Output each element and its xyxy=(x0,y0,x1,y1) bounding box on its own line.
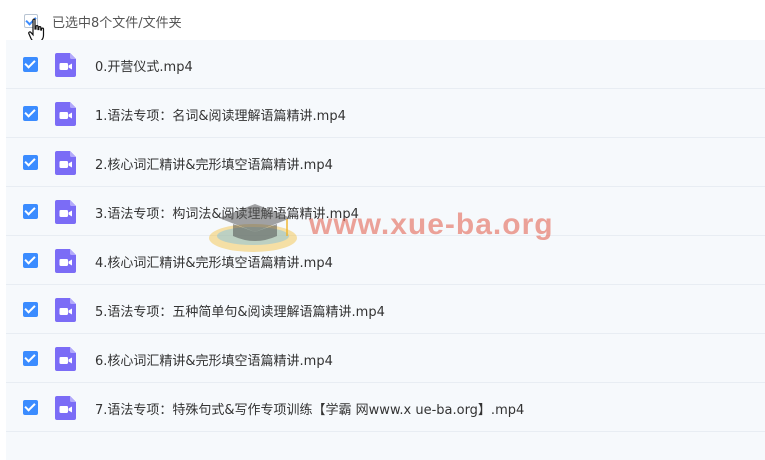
file-row[interactable]: 1.语法专项：名词&阅读理解语篇精讲.mp4 xyxy=(6,89,765,138)
file-row[interactable]: 0.开营仪式.mp4 xyxy=(6,40,765,89)
file-checkbox[interactable] xyxy=(23,253,38,268)
check-mark-icon xyxy=(24,204,36,216)
file-name[interactable]: 3.语法专项：构词法&阅读理解语篇精讲.mp4 xyxy=(95,203,359,222)
check-mark-icon xyxy=(24,302,36,314)
check-mark-icon xyxy=(24,351,36,363)
video-file-icon xyxy=(55,396,76,420)
file-checkbox[interactable] xyxy=(23,204,38,219)
video-file-icon xyxy=(55,298,76,322)
check-mark-icon xyxy=(24,155,36,167)
video-file-icon xyxy=(55,249,76,273)
list-footer xyxy=(6,432,765,460)
check-mark-icon xyxy=(24,400,36,412)
file-row[interactable]: 4.核心词汇精讲&完形填空语篇精讲.mp4 xyxy=(6,236,765,285)
video-file-icon xyxy=(55,53,76,77)
file-row[interactable]: 6.核心词汇精讲&完形填空语篇精讲.mp4 xyxy=(6,334,765,383)
selected-count-label: 已选中8个文件/文件夹 xyxy=(52,16,182,31)
file-row[interactable]: 2.核心词汇精讲&完形填空语篇精讲.mp4 xyxy=(6,138,765,187)
file-list: 0.开营仪式.mp4 1.语法专项：名词&阅读理解语篇精讲.mp4 2.核心词汇… xyxy=(6,40,765,432)
file-checkbox[interactable] xyxy=(23,351,38,366)
file-name[interactable]: 1.语法专项：名词&阅读理解语篇精讲.mp4 xyxy=(95,105,346,124)
file-checkbox[interactable] xyxy=(23,302,38,317)
video-file-icon xyxy=(55,347,76,371)
file-name[interactable]: 7.语法专项：特殊句式&写作专项训练【学霸 网www.x ue-ba.org】.… xyxy=(95,399,524,418)
file-checkbox[interactable] xyxy=(23,57,38,72)
check-mark-icon xyxy=(24,57,36,69)
check-mark-icon xyxy=(24,106,36,118)
file-name[interactable]: 0.开营仪式.mp4 xyxy=(95,56,193,75)
video-file-icon xyxy=(55,200,76,224)
video-file-icon xyxy=(55,102,76,126)
file-name[interactable]: 6.核心词汇精讲&完形填空语篇精讲.mp4 xyxy=(95,350,333,369)
file-name[interactable]: 4.核心词汇精讲&完形填空语篇精讲.mp4 xyxy=(95,252,333,271)
file-checkbox[interactable] xyxy=(23,106,38,121)
file-name[interactable]: 5.语法专项：五种简单句&阅读理解语篇精讲.mp4 xyxy=(95,301,385,320)
check-mark-icon xyxy=(24,253,36,265)
file-row[interactable]: 7.语法专项：特殊句式&写作专项训练【学霸 网www.x ue-ba.org】.… xyxy=(6,383,765,432)
file-name[interactable]: 2.核心词汇精讲&完形填空语篇精讲.mp4 xyxy=(95,154,333,173)
file-checkbox[interactable] xyxy=(23,400,38,415)
video-file-icon xyxy=(55,151,76,175)
file-row[interactable]: 5.语法专项：五种简单句&阅读理解语篇精讲.mp4 xyxy=(6,285,765,334)
selection-header: 已选中8个文件/文件夹 xyxy=(0,0,765,43)
file-checkbox[interactable] xyxy=(23,155,38,170)
file-row[interactable]: 3.语法专项：构词法&阅读理解语篇精讲.mp4 xyxy=(6,187,765,236)
